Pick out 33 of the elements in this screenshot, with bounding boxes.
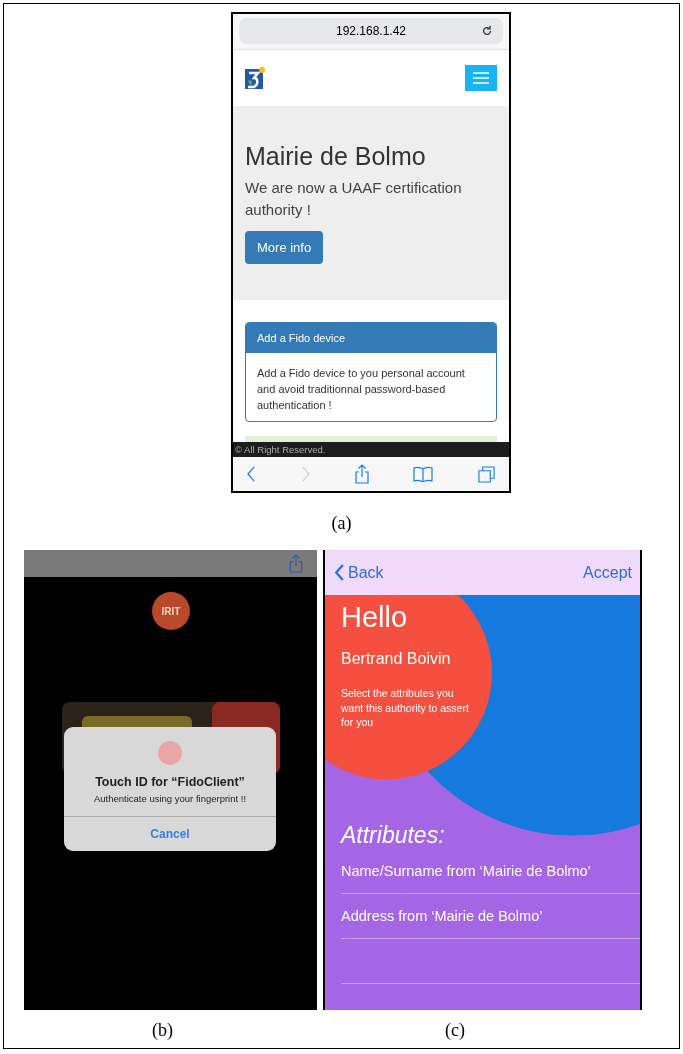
instruction-text: Select the attributes you want this authority to assert for you [341, 686, 469, 730]
more-info-button[interactable]: More info [245, 231, 324, 264]
dialog-message: Authenticate using your fingerprint !! [93, 793, 247, 804]
book-icon[interactable] [413, 466, 434, 482]
accept-button[interactable]: Accept [583, 563, 632, 582]
attributes-heading: Attributes: [341, 821, 445, 849]
footer-text: © All Right Reserved. [235, 444, 326, 455]
site-logo-icon[interactable] [245, 67, 265, 89]
lead-text: We are now a UAAF certification authority ! [245, 178, 463, 220]
address-text: 192.168.1.42 [335, 24, 407, 38]
irit-logo: IRIT [152, 592, 190, 630]
greeting: Hello [341, 601, 408, 634]
share-icon[interactable] [354, 464, 369, 484]
menu-icon [473, 72, 489, 84]
attribute-item[interactable]: Address from ‘Mairie de Bolmo’ [341, 907, 543, 924]
fingerprint-icon [158, 741, 182, 765]
menu-button[interactable] [465, 65, 497, 91]
card-text: Add a Fido device to you personal account and avoid traditionnal password-based authentication ! [256, 366, 466, 413]
back-icon[interactable] [247, 466, 256, 482]
reload-icon[interactable] [481, 25, 493, 37]
cancel-button[interactable]: Cancel [64, 816, 276, 851]
figure-caption: (b) [152, 1020, 173, 1041]
back-button[interactable]: Back [335, 563, 384, 582]
card-heading: Add a Fido device [246, 323, 496, 353]
address-bar[interactable]: 192.168.1.42 [239, 18, 503, 44]
figure-caption: (c) [445, 1020, 465, 1041]
attribute-item[interactable]: Name/Surname from ‘Mairie de Bolmo’ [341, 862, 591, 879]
user-name: Bertrand Boivin [341, 650, 451, 668]
dialog-title: Touch ID for “FidoClient” [95, 775, 245, 789]
figure-caption: (a) [331, 513, 352, 533]
tabs-icon[interactable] [478, 465, 495, 483]
chevron-icon [335, 564, 345, 581]
site-title: Mairie de Bolmo [245, 142, 426, 171]
